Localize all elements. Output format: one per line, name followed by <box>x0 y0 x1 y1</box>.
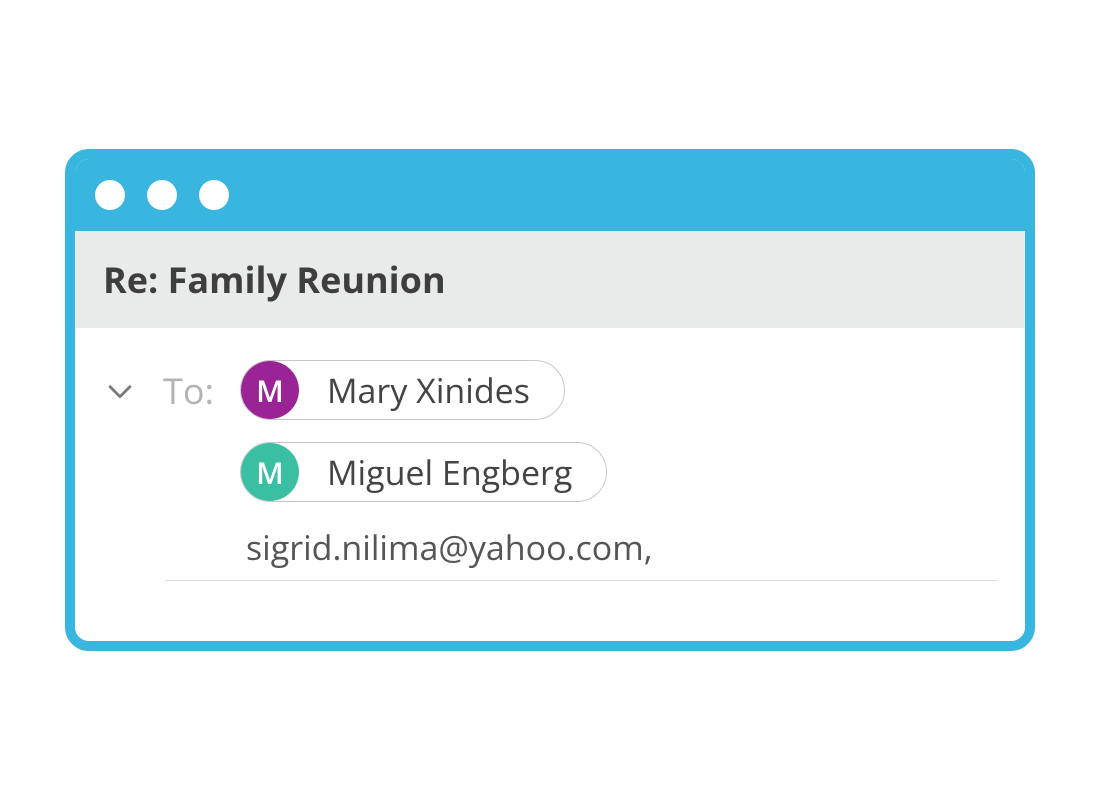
window-titlebar[interactable] <box>75 159 1025 231</box>
avatar-initial: M <box>256 370 284 411</box>
window-control-dot[interactable] <box>199 180 229 210</box>
subject-bar: Re: Family Reunion <box>75 231 1025 328</box>
avatar: M <box>241 443 299 501</box>
compose-area: To: M Mary Xinides M Miguel Engberg sigr… <box>75 328 1025 641</box>
recipient-chip[interactable]: M Miguel Engberg <box>240 442 607 502</box>
to-row: To: M Mary Xinides M Miguel Engberg sigr… <box>103 360 997 570</box>
to-label: To: <box>163 366 214 415</box>
window-control-dot[interactable] <box>147 180 177 210</box>
avatar-initial: M <box>256 452 284 493</box>
recipient-input[interactable]: sigrid.nilima@yahoo.com, <box>240 524 653 570</box>
recipient-name: Mary Xinides <box>327 367 530 413</box>
window-control-dot[interactable] <box>95 180 125 210</box>
field-divider <box>165 580 997 581</box>
chevron-down-icon[interactable] <box>103 374 137 413</box>
recipient-name: Miguel Engberg <box>327 449 572 495</box>
compose-window: Re: Family Reunion To: M Mary Xinides <box>65 149 1035 651</box>
avatar: M <box>241 361 299 419</box>
email-subject: Re: Family Reunion <box>103 255 997 304</box>
recipients-list: M Mary Xinides M Miguel Engberg sigrid.n… <box>240 360 997 570</box>
recipient-chip[interactable]: M Mary Xinides <box>240 360 565 420</box>
